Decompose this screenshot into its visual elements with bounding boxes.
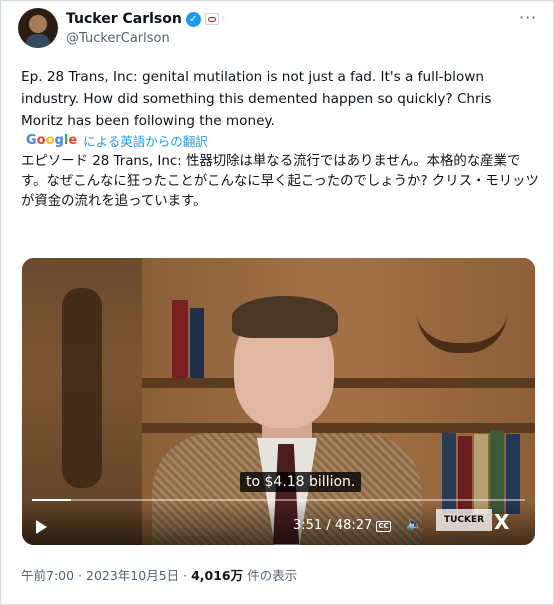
tweet-meta: 午前7:00 · 2023年10月5日 · 4,016万 件の表示 xyxy=(21,565,297,584)
video-progress-fill xyxy=(32,499,72,501)
shelf-board xyxy=(142,423,535,433)
captions-icon[interactable]: CC xyxy=(376,521,391,532)
shelf-board xyxy=(142,378,535,388)
volume-icon[interactable]: 🔈 xyxy=(406,517,422,532)
x-logo-icon: X xyxy=(494,510,510,534)
tucker-logo: TUCKER xyxy=(436,509,492,531)
decorative-object xyxy=(62,288,102,488)
google-logo: Google xyxy=(26,133,78,148)
translation-attribution: Google による英語からの翻訳 xyxy=(26,131,208,150)
tweet-timestamp[interactable]: 午前7:00 · 2023年10月5日 · xyxy=(21,568,191,583)
translated-text: エピソード 28 Trans, Inc: 性器切除は単なる流行ではありません。本… xyxy=(21,154,539,209)
book xyxy=(190,308,204,378)
author-display-name[interactable]: Tucker Carlson xyxy=(66,11,182,27)
video-time: 3:51 / 48:27 xyxy=(293,518,373,533)
tweet-text: Ep. 28 Trans, Inc: genital mutilation is… xyxy=(21,69,492,129)
video-progress-bar[interactable] xyxy=(32,499,525,501)
translation-link[interactable]: による英語からの翻訳 xyxy=(83,131,208,150)
verified-badge-icon: ✓ xyxy=(185,11,201,27)
view-count: 4,016万 xyxy=(191,568,244,583)
video-caption: to $4.18 billion. xyxy=(240,472,362,492)
more-options-icon[interactable]: ··· xyxy=(519,8,537,27)
video-player[interactable]: to $4.18 billion. 3:51 / 48:27 CC 🔈 TUCK… xyxy=(22,258,535,545)
affiliation-badge-icon[interactable] xyxy=(204,13,219,25)
view-count-suffix: 件の表示 xyxy=(243,568,298,583)
avatar[interactable] xyxy=(18,8,58,48)
author-name-row: Tucker Carlson ✓ xyxy=(66,11,219,27)
author-handle[interactable]: @TuckerCarlson xyxy=(66,31,170,46)
speaker-hair xyxy=(232,296,338,338)
book xyxy=(172,300,188,378)
play-icon[interactable] xyxy=(36,520,47,534)
